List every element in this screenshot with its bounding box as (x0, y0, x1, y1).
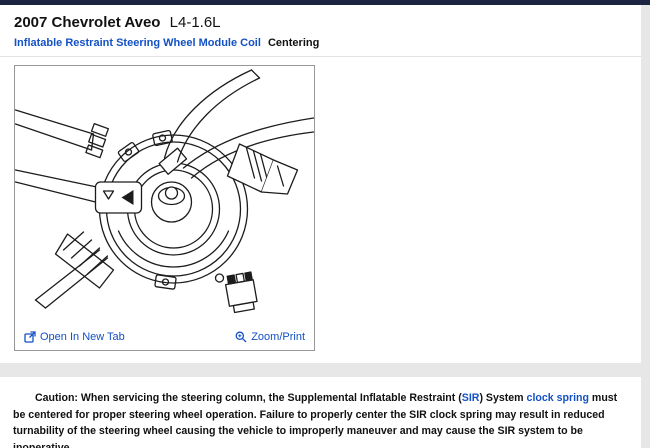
engine-spec: L4-1.6L (170, 14, 221, 31)
zoom-print-link[interactable]: Zoom/Print (235, 331, 305, 343)
external-link-icon (24, 331, 36, 343)
page-title: 2007 Chevrolet Aveo L4-1.6L (14, 14, 627, 31)
clock-spring-diagram (15, 66, 314, 329)
page: 2007 Chevrolet Aveo L4-1.6L Inflatable R… (0, 0, 650, 448)
header-section: 2007 Chevrolet Aveo L4-1.6L Inflatable R… (0, 5, 641, 57)
module-coil-link[interactable]: Inflatable Restraint Steering Wheel Modu… (14, 37, 261, 49)
breadcrumb-current: Centering (268, 37, 319, 49)
caution-text: Caution: When servicing the steering col… (13, 390, 621, 448)
caution-inline-link[interactable]: SIR (462, 392, 480, 404)
caution-text-segment: Caution: When servicing the steering col… (35, 392, 462, 404)
zoom-print-label: Zoom/Print (251, 331, 305, 343)
diagram-toolbar: Open In New Tab Zoom/Print (15, 329, 314, 350)
diagram-panel: Open In New Tab Zoom/Print (14, 65, 315, 351)
breadcrumb: Inflatable Restraint Steering Wheel Modu… (14, 37, 627, 49)
open-in-new-tab-label: Open In New Tab (40, 331, 125, 343)
caution-text-segment: ) System (479, 392, 526, 404)
caution-section: Caution: When servicing the steering col… (0, 377, 641, 448)
image-section: Open In New Tab Zoom/Print (0, 57, 641, 363)
vehicle-title: 2007 Chevrolet Aveo (14, 14, 160, 31)
caution-inline-link[interactable]: clock spring (527, 392, 589, 404)
open-in-new-tab-link[interactable]: Open In New Tab (24, 331, 125, 343)
section-divider-gap (0, 363, 650, 377)
magnifier-icon (235, 331, 247, 343)
